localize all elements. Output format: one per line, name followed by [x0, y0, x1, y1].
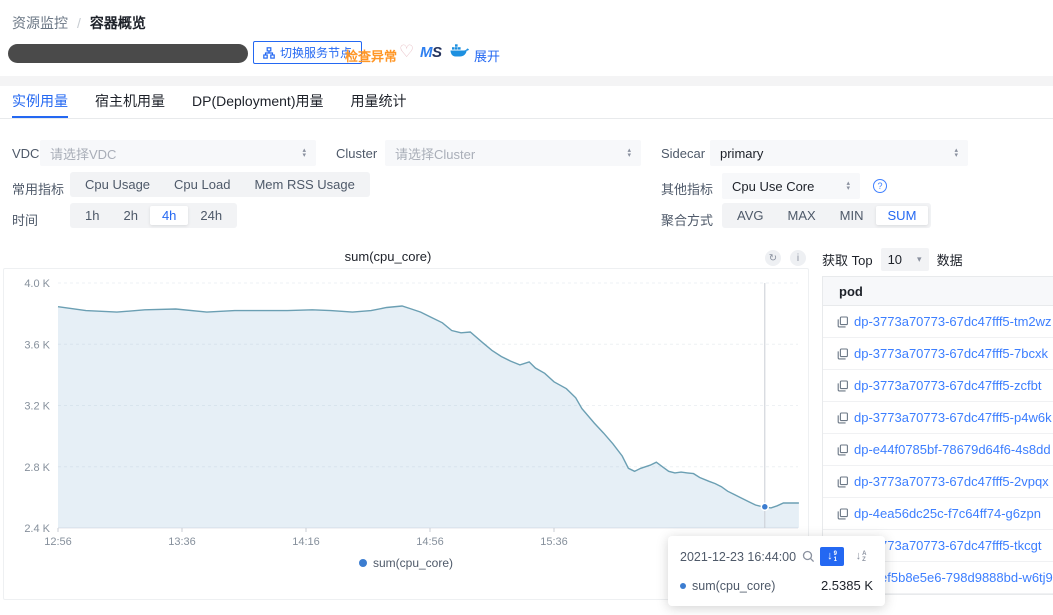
- copy-icon[interactable]: [837, 380, 849, 392]
- top-n-select[interactable]: 10 ▾: [881, 248, 929, 271]
- expand-link[interactable]: 展开: [474, 46, 500, 65]
- svg-text:12:56: 12:56: [44, 536, 72, 548]
- cpu-core-area-chart[interactable]: 4.0 K 3.6 K 3.2 K 2.8 K 2.4 K12:56 13:36 14:16…: [4, 269, 808, 551]
- sort-by-value-icon[interactable]: ↓ 91: [820, 547, 844, 566]
- table-row: dp-3773a70773-67dc47fff5-zcfbt: [823, 370, 1053, 402]
- copy-icon[interactable]: [837, 508, 849, 520]
- cluster-select[interactable]: 请选择Cluster ▴▾: [385, 140, 641, 166]
- copy-icon[interactable]: [837, 316, 849, 328]
- other-metrics-label: 其他指标: [661, 179, 713, 198]
- tab-2[interactable]: DP(Deployment)用量: [192, 87, 323, 118]
- copy-icon[interactable]: [837, 412, 849, 424]
- info-icon[interactable]: i: [790, 250, 806, 266]
- other-metrics-select[interactable]: Cpu Use Core ▴▾: [722, 173, 860, 199]
- tab-1[interactable]: 宿主机用量: [95, 87, 165, 118]
- table-row: dp-3773a70773-67dc47fff5-p4w6k: [823, 402, 1053, 434]
- breadcrumb: 资源监控 / 容器概览: [12, 13, 146, 33]
- breadcrumb-parent[interactable]: 资源监控: [12, 13, 68, 33]
- svg-text:14:56: 14:56: [416, 536, 444, 548]
- tab-0[interactable]: 实例用量: [12, 87, 68, 118]
- tab-bar: 实例用量宿主机用量 DP(Deployment)用量用量统计: [0, 87, 1053, 119]
- time-segmented: 1h2h4h24h: [70, 203, 237, 228]
- sidecar-label: Sidecar: [661, 146, 705, 161]
- pod-link[interactable]: dp-3773a70773-67dc47fff5-p4w6k: [854, 410, 1052, 425]
- svg-text:15:36: 15:36: [540, 536, 568, 548]
- vdc-label: VDC: [12, 146, 39, 161]
- cluster-label: Cluster: [336, 146, 377, 161]
- svg-text:3.6 K: 3.6 K: [24, 339, 50, 351]
- pod-link[interactable]: dp-3773a70773-67dc47fff5-7bcxk: [854, 346, 1048, 361]
- agg-max[interactable]: MAX: [776, 206, 828, 225]
- svg-text:4.0 K: 4.0 K: [24, 278, 50, 290]
- tooltip-value: 2.5385 K: [821, 578, 873, 593]
- legend-dot-icon: [359, 559, 367, 567]
- breadcrumb-separator: /: [77, 15, 81, 31]
- table-row: dp-3773a70773-67dc47fff5-tm2wz: [823, 306, 1053, 338]
- fetch-top-prefix: 获取 Top: [822, 250, 873, 269]
- svg-text:3.2 K: 3.2 K: [24, 401, 50, 413]
- chevron-updown-icon: ▴▾: [954, 148, 958, 158]
- metric-cpu-load[interactable]: Cpu Load: [162, 175, 242, 194]
- aggregation-segmented: AVGMAXMINSUM: [722, 203, 931, 228]
- time-label: 时间: [12, 210, 38, 229]
- docker-whale-icon[interactable]: [450, 44, 469, 62]
- redacted-service-name: [8, 44, 248, 63]
- time-24h[interactable]: 24h: [188, 206, 234, 225]
- fetch-top-control: 获取 Top 10 ▾ 数据: [822, 248, 963, 271]
- magnifier-icon[interactable]: [802, 550, 815, 563]
- svg-text:14:16: 14:16: [292, 536, 320, 548]
- fetch-top-suffix: 数据: [937, 250, 963, 269]
- check-anomaly-link[interactable]: 检查异常: [345, 46, 397, 65]
- copy-icon[interactable]: [837, 348, 849, 360]
- time-2h[interactable]: 2h: [111, 206, 149, 225]
- aggregation-label: 聚合方式: [661, 210, 713, 229]
- pod-link[interactable]: dp-4ea56dc25c-f7c64ff74-g6zpn: [854, 506, 1041, 521]
- chart-title: sum(cpu_core): [3, 249, 773, 264]
- refresh-icon[interactable]: ↻: [765, 250, 781, 266]
- svg-text:13:36: 13:36: [168, 536, 196, 548]
- tooltip-series-label: sum(cpu_core): [692, 579, 775, 593]
- metric-cpu-usage[interactable]: Cpu Usage: [73, 175, 162, 194]
- tooltip-timestamp: 2021-12-23 16:44:00: [680, 550, 796, 564]
- agg-min[interactable]: MIN: [828, 206, 876, 225]
- pod-link[interactable]: dp-3773a70773-67dc47fff5-zcfbt: [854, 378, 1041, 393]
- agg-sum[interactable]: SUM: [876, 206, 929, 225]
- chevron-updown-icon: ▴▾: [302, 148, 306, 158]
- table-row: dp-4ea56dc25c-f7c64ff74-g6zpn: [823, 498, 1053, 530]
- switch-node-label: 切换服务节点: [280, 44, 352, 61]
- tab-3[interactable]: 用量统计: [350, 87, 406, 118]
- common-metrics-label: 常用指标: [12, 179, 64, 198]
- table-row: dp-e44f0785bf-78679d64f6-4s8dd: [823, 434, 1053, 466]
- page-divider-band: [0, 76, 1053, 86]
- pod-link[interactable]: dp-3773a70773-67dc47fff5-2vpqx: [854, 474, 1049, 489]
- table-row: dp-3773a70773-67dc47fff5-2vpqx: [823, 466, 1053, 498]
- svg-text:2.8 K: 2.8 K: [24, 462, 50, 474]
- legend-label: sum(cpu_core): [373, 556, 453, 570]
- pod-link[interactable]: dp-3773a70773-67dc47fff5-tm2wz: [854, 314, 1052, 329]
- help-icon[interactable]: ?: [873, 179, 887, 193]
- chevron-updown-icon: ▴▾: [627, 148, 631, 158]
- tooltip-series-dot-icon: [680, 583, 686, 589]
- copy-icon[interactable]: [837, 476, 849, 488]
- agg-avg[interactable]: AVG: [725, 206, 776, 225]
- time-4h[interactable]: 4h: [150, 206, 188, 225]
- chart-tooltip: 2021-12-23 16:44:00 ↓ 91 ↓ AZ sum(cpu_co…: [668, 536, 885, 606]
- pod-column-header: pod: [823, 277, 1053, 306]
- heart-icon[interactable]: ♡: [399, 42, 414, 62]
- ms-logo[interactable]: MS: [420, 44, 442, 61]
- chevron-down-icon: ▾: [917, 254, 922, 265]
- sort-by-name-icon[interactable]: ↓ AZ: [849, 547, 873, 566]
- common-metrics-segmented: Cpu UsageCpu LoadMem RSS Usage: [70, 172, 370, 197]
- vdc-select[interactable]: 请选择VDC ▴▾: [40, 140, 316, 166]
- svg-text:2.4 K: 2.4 K: [24, 523, 50, 535]
- pod-link[interactable]: dp-e44f0785bf-78679d64f6-4s8dd: [854, 442, 1051, 457]
- breadcrumb-current: 容器概览: [90, 13, 146, 33]
- copy-icon[interactable]: [837, 444, 849, 456]
- sidecar-select[interactable]: primary ▴▾: [710, 140, 968, 166]
- metric-mem-rss-usage[interactable]: Mem RSS Usage: [242, 175, 366, 194]
- chevron-updown-icon: ▴▾: [846, 181, 850, 191]
- table-row: dp-3773a70773-67dc47fff5-7bcxk: [823, 338, 1053, 370]
- tree-icon: [263, 47, 275, 59]
- time-1h[interactable]: 1h: [73, 206, 111, 225]
